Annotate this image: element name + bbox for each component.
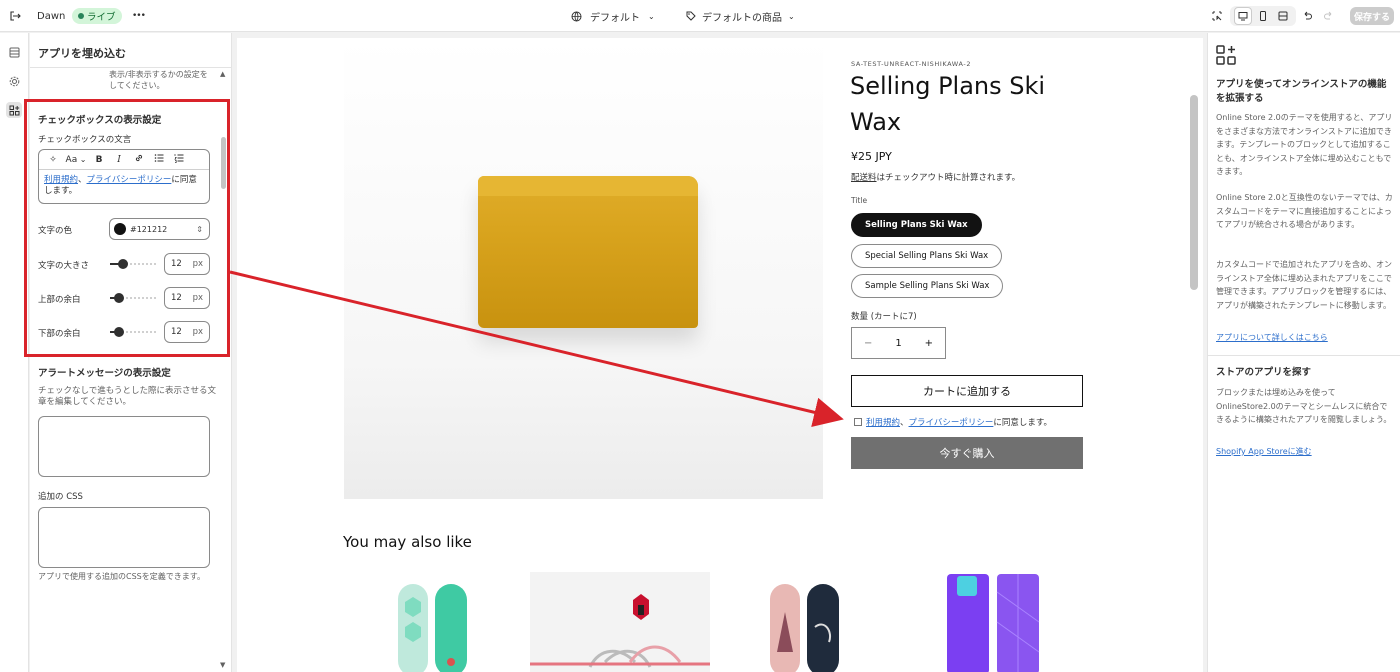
- info-paragraph-4: ブロックまたは埋め込みを使ってOnlineStore2.0のテーマとシームレスに…: [1216, 388, 1392, 424]
- scroll-down-icon[interactable]: ▼: [220, 661, 225, 669]
- variant-pill-2[interactable]: Special Selling Plans Ski Wax: [851, 244, 1003, 268]
- terms-agreement: 利用規約、プライバシーポリシーに同意します。: [854, 416, 1052, 428]
- variant-pill-1[interactable]: Selling Plans Ski Wax: [851, 213, 982, 237]
- visibility-hint: 表示/非表示するかの設定をしてください。: [109, 70, 208, 90]
- qty-value[interactable]: 1: [895, 338, 901, 349]
- add-to-cart-button[interactable]: カートに追加する: [851, 375, 1083, 407]
- info-heading-1: アプリを使ってオンラインストアの機能を拡張する: [1216, 79, 1387, 104]
- live-badge: ライブ: [72, 0, 122, 32]
- divider: [1208, 355, 1400, 356]
- theme-settings-gear-icon[interactable]: [6, 73, 22, 89]
- theme-preview: SA-TEST-UNREACT-NISHIKAWA-2 Selling Plan…: [237, 38, 1203, 672]
- wax-top-face: [478, 176, 698, 196]
- exit-icon[interactable]: [6, 7, 24, 25]
- top-bar: Dawn ライブ ••• デフォルト ⌄ デフォルトの商品 ⌄ 保存する: [0, 0, 1400, 32]
- info-paragraph-1: Online Store 2.0のテーマを使用すると、アプリをさまざまな方法でオ…: [1216, 113, 1393, 176]
- info-paragraph-3: カスタムコードで追加されたアプリを含め、オンラインストア全体に埋め込まれたアプリ…: [1216, 260, 1392, 310]
- custom-css-textarea[interactable]: [38, 507, 210, 568]
- recommendation-snowboard-1[interactable]: [395, 572, 473, 672]
- panel-title: アプリを埋め込む: [38, 47, 126, 60]
- desktop-view-icon[interactable]: [1234, 7, 1252, 25]
- product-image: [344, 38, 823, 499]
- apps-icon: [1216, 45, 1236, 69]
- learn-about-apps-link[interactable]: アプリについて詳しくはこちら: [1216, 332, 1328, 343]
- terms-link[interactable]: 利用規約: [866, 418, 900, 428]
- product-selector[interactable]: デフォルトの商品 ⌄: [686, 0, 795, 32]
- shipping-link[interactable]: 配送料: [851, 173, 877, 183]
- divider: [30, 67, 231, 68]
- recommendation-snowboard-3[interactable]: [943, 572, 1043, 672]
- buy-now-button[interactable]: 今すぐ購入: [851, 437, 1083, 469]
- ski-wax-image: [478, 176, 698, 328]
- save-button[interactable]: 保存する: [1350, 7, 1394, 25]
- product-title: Selling Plans Ski Wax: [850, 72, 1046, 136]
- custom-css-help: アプリで使用する追加のCSSを定義できます。: [38, 572, 205, 581]
- terms-checkbox[interactable]: [854, 418, 862, 426]
- template-selector-label: デフォルト: [590, 12, 640, 24]
- mobile-view-icon[interactable]: [1254, 7, 1272, 25]
- live-badge-label: ライブ: [87, 12, 116, 23]
- undo-icon[interactable]: [1298, 7, 1316, 25]
- preview-scrollbar[interactable]: [1190, 95, 1198, 290]
- alert-settings-heading: アラートメッセージの表示設定: [38, 368, 171, 379]
- shipping-note: 配送料はチェックアウト時に計算されます。: [851, 171, 1020, 183]
- chevron-down-icon: ⌄: [648, 11, 655, 21]
- highlight-box: [24, 99, 230, 357]
- alert-message-textarea[interactable]: [38, 416, 210, 477]
- product-price: ¥25 JPY: [851, 150, 892, 163]
- product-selector-label: デフォルトの商品: [702, 12, 782, 24]
- variant-pill-3[interactable]: Sample Selling Plans Ski Wax: [851, 274, 1004, 298]
- info-paragraph-2: Online Store 2.0と互換性のないテーマでは、カスタムコードをテーマ…: [1216, 193, 1393, 229]
- fullscreen-view-icon[interactable]: [1274, 7, 1292, 25]
- qty-minus-button[interactable]: −: [864, 338, 872, 349]
- custom-css-label: 追加の CSS: [38, 492, 83, 502]
- qty-plus-button[interactable]: +: [925, 338, 933, 349]
- agree-tail: に同意します。: [993, 418, 1053, 428]
- info-heading-2: ストアのアプリを探す: [1216, 367, 1312, 378]
- inspector-icon[interactable]: [1208, 7, 1226, 25]
- alert-desc: チェックなしで進もうとした際に表示させる文章を編集してください。: [38, 386, 216, 407]
- app-info-panel: アプリを使ってオンラインストアの機能を拡張する Online Store 2.0…: [1207, 33, 1400, 672]
- redo-icon[interactable]: [1320, 7, 1338, 25]
- tag-icon: [686, 11, 696, 21]
- quantity-label: 数量 (カートに7): [851, 312, 917, 322]
- globe-icon: [571, 11, 582, 21]
- app-embeds-icon[interactable]: [6, 102, 22, 118]
- chevron-down-icon: ⌄: [788, 11, 795, 21]
- app-store-link[interactable]: Shopify App Storeに進む: [1216, 446, 1312, 457]
- scroll-up-icon[interactable]: ▲: [220, 70, 225, 78]
- shipping-tail: はチェックアウト時に計算されます。: [876, 173, 1021, 183]
- recommendations-heading: You may also like: [343, 533, 472, 551]
- live-dot-icon: [78, 13, 84, 19]
- product-vendor: SA-TEST-UNREACT-NISHIKAWA-2: [851, 60, 972, 68]
- template-selector[interactable]: デフォルト ⌄: [571, 0, 655, 32]
- recommendation-snowboard-2[interactable]: [767, 572, 845, 672]
- quantity-stepper: − 1 +: [851, 327, 946, 359]
- theme-name: Dawn: [37, 10, 66, 22]
- sections-icon[interactable]: [6, 44, 22, 60]
- more-actions-button[interactable]: •••: [132, 0, 146, 32]
- recommendation-gift-card[interactable]: [530, 572, 710, 672]
- option-label: Title: [851, 196, 868, 205]
- privacy-link[interactable]: プライバシーポリシー: [909, 418, 994, 428]
- separator: 、: [900, 418, 909, 428]
